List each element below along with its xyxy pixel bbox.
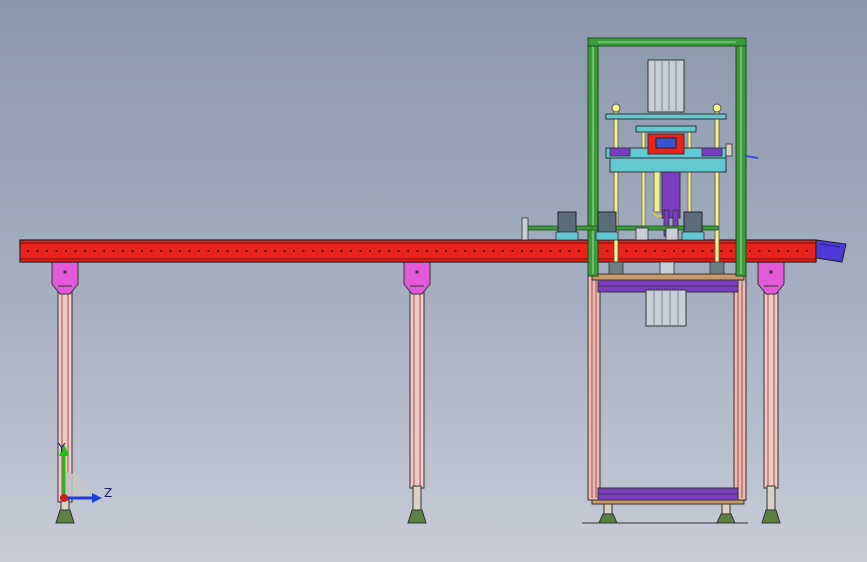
chain-link-dot	[511, 249, 514, 253]
chain-link-dot	[140, 249, 144, 253]
chain-link-dot	[197, 249, 201, 253]
chain-link-dot	[321, 249, 324, 253]
chain-link-dot	[663, 249, 666, 253]
chain-link-dot	[729, 249, 733, 253]
chain-link-dot	[264, 249, 267, 253]
chain-link-dot	[682, 249, 685, 253]
chain-link-dot	[653, 249, 657, 253]
chain-link-dot	[26, 249, 30, 253]
chain-link-dot	[758, 249, 761, 253]
chain-link-dot	[235, 249, 239, 253]
chain-link-dot	[226, 249, 229, 253]
chain-link-dot	[444, 249, 448, 253]
chain-link-dot	[397, 249, 400, 253]
chain-link-dot	[178, 249, 182, 253]
chain-link-dot	[378, 249, 381, 253]
chain-link-dot	[416, 249, 419, 253]
chain-link-dot	[74, 249, 77, 253]
chain-link-dot	[777, 249, 780, 253]
chain-link-dot	[710, 249, 714, 253]
conveyor-leg-middle[interactable]	[403, 261, 431, 524]
y-axis-label: Y	[57, 441, 66, 455]
chain-link-dot	[644, 249, 647, 253]
chain-link-dot	[207, 249, 210, 253]
chain-link-dot	[273, 249, 277, 253]
chain-link-dot	[368, 249, 372, 253]
chain-link-dot	[786, 249, 790, 253]
chain-link-dot	[720, 249, 723, 253]
chain-link-dot	[254, 249, 258, 253]
chain-link-dot	[425, 249, 429, 253]
chain-link-dot	[131, 249, 134, 253]
chain-link-dot	[577, 249, 581, 253]
chain-link-dot	[245, 249, 248, 253]
coordinate-triad: Y Z	[57, 441, 112, 503]
chain-link-dot	[55, 249, 58, 253]
chain-link-dot	[112, 249, 115, 253]
chain-link-dot	[169, 249, 172, 253]
chain-link-dot	[454, 249, 457, 253]
chain-link-dot	[150, 249, 153, 253]
chain-link-dot	[549, 249, 552, 253]
chain-link-dot	[121, 249, 125, 253]
chain-link-dot	[634, 249, 638, 253]
gripper-head-assembly[interactable]	[605, 133, 759, 173]
chain-link-dot	[492, 249, 495, 253]
chain-link-dot	[463, 249, 467, 253]
chain-link-dot	[701, 249, 704, 253]
chain-link-dot	[349, 249, 353, 253]
chain-link-dot	[796, 249, 799, 253]
chain-link-dot	[93, 249, 96, 253]
chain-link-dot	[435, 249, 438, 253]
chain-link-dot	[672, 249, 676, 253]
chain-link-dot	[530, 249, 533, 253]
chain-link-dot	[330, 249, 334, 253]
chain-link-dot	[159, 249, 163, 253]
rod-bottom-bushings	[608, 261, 725, 275]
conveyor-leg-right[interactable]	[757, 261, 785, 524]
chain-link-dot	[83, 249, 87, 253]
chain-link-dot	[501, 249, 505, 253]
chain-link-dot	[64, 249, 68, 253]
top-servo-motor[interactable]	[647, 59, 685, 113]
chain-link-dot	[406, 249, 410, 253]
chain-link-dot	[387, 249, 391, 253]
chain-link-dot	[473, 249, 476, 253]
lower-motor-housing[interactable]	[645, 289, 687, 327]
chain-link-dot	[292, 249, 296, 253]
chain-link-dot	[748, 249, 752, 253]
chain-link-dot	[188, 249, 191, 253]
origin-marker	[60, 494, 68, 502]
chain-link-dot	[691, 249, 695, 253]
chain-link-dot	[767, 249, 771, 253]
chain-link-dot	[36, 249, 39, 253]
chain-link-dot	[805, 249, 809, 253]
chain-link-dot	[482, 249, 486, 253]
cad-assembly-drawing[interactable]: Y Z	[0, 0, 867, 562]
chain-link-dot	[216, 249, 220, 253]
z-axis-label: Z	[104, 486, 112, 500]
chain-link-dot	[625, 249, 628, 253]
chain-link-dot	[568, 249, 571, 253]
chain-link-dot	[45, 249, 49, 253]
chain-link-dot	[539, 249, 543, 253]
upper-mounting-plate[interactable]	[605, 113, 727, 133]
conveyor-clamp-units[interactable]	[521, 211, 719, 241]
chain-link-dot	[606, 249, 609, 253]
chain-link-dot	[311, 249, 315, 253]
chain-link-dot	[520, 249, 524, 253]
chain-link-dot	[340, 249, 343, 253]
conveyor-end-cap[interactable]	[815, 239, 847, 263]
cad-viewport[interactable]: Y Z	[0, 0, 867, 562]
chain-link-dot	[102, 249, 106, 253]
chain-link-dot	[283, 249, 286, 253]
chain-link-dot	[302, 249, 305, 253]
chain-link-dot	[359, 249, 362, 253]
chain-link-dot	[558, 249, 562, 253]
conveyor-belt[interactable]	[19, 239, 817, 263]
